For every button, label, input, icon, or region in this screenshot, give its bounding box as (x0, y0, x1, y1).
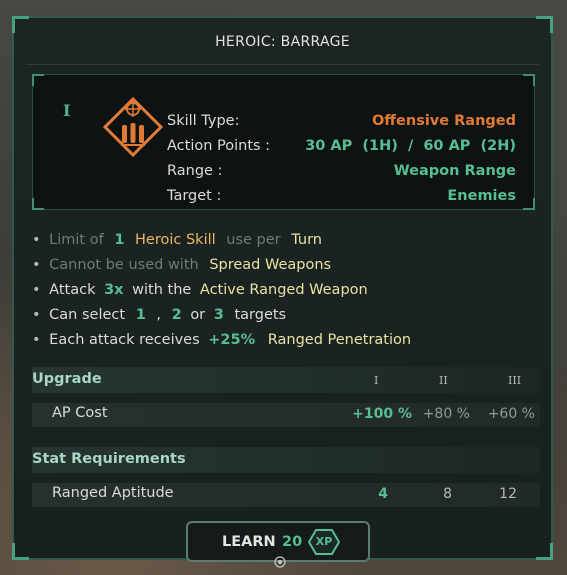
effect-line: • Cannot be used with Spread Weapons (32, 257, 542, 282)
ap-cost-level-1: +100 % (352, 406, 412, 422)
upgrade-level-2: II (439, 374, 448, 387)
effect-line: • Each attack receives +25% Ranged Penet… (32, 332, 542, 357)
action-points-value: 30 AP (1H) / 60 AP (2H) (305, 138, 516, 154)
skill-type-value: Offensive Ranged (371, 113, 516, 129)
effect-text: Each attack receives (49, 332, 200, 348)
effect-text: Attack (49, 282, 96, 298)
aptitude-req-level-3: 12 (499, 486, 517, 502)
learn-cost: 20 (282, 534, 303, 550)
effect-keyword: Spread Weapons (209, 257, 332, 273)
ap-cost-level-3: +60 % (487, 406, 535, 422)
ranged-aptitude-label: Ranged Aptitude (52, 485, 174, 501)
effect-keyword: Heroic Skill (135, 232, 216, 248)
frame-corner (12, 543, 29, 560)
effect-number: 3x (104, 282, 124, 298)
effect-text: Cannot be used with (49, 257, 199, 273)
skill-type-label: Skill Type: (167, 113, 240, 129)
ap-cost-level-2: +80 % (422, 406, 470, 422)
target-label: Target : (167, 188, 222, 204)
crosshair-icon (274, 556, 286, 568)
effect-line: • Limit of 1 Heroic Skill use per Turn (32, 232, 542, 257)
effect-text: with the (132, 282, 192, 298)
box-corner (32, 74, 44, 86)
effect-text: use per (226, 232, 281, 248)
box-corner (523, 74, 535, 86)
divider (26, 64, 539, 65)
skill-effects-list: • Limit of 1 Heroic Skill use per Turn •… (32, 232, 542, 357)
bullet-dot: • (32, 332, 41, 348)
upgrade-level-3: III (508, 374, 522, 387)
effect-text: targets (234, 307, 287, 323)
bullet-dot: • (32, 282, 41, 298)
ap-cost-label: AP Cost (52, 405, 108, 421)
bullet-dot: • (32, 307, 41, 323)
skill-tooltip-panel: HEROIC: BARRAGE I Skill Type: Offensive … (12, 16, 553, 560)
effect-keyword: Active Ranged Weapon (199, 282, 368, 298)
effect-line: • Can select 1 , 2 or 3 targets (32, 307, 542, 332)
xp-currency-label: XP (315, 535, 333, 548)
bullet-dot: • (32, 232, 41, 248)
effect-number: 2 (171, 307, 182, 323)
frame-corner (12, 16, 29, 33)
effect-line: • Attack 3x with the Active Ranged Weapo… (32, 282, 542, 307)
aptitude-req-level-2: 8 (443, 486, 452, 502)
ranged-barrage-icon (102, 96, 164, 158)
frame-corner (536, 16, 553, 33)
ap-cost-row: AP Cost +100 % +80 % +60 % (32, 403, 540, 427)
effect-number: 3 (213, 307, 224, 323)
action-points-label: Action Points : (167, 138, 271, 154)
effect-number: 1 (135, 307, 146, 323)
effect-keyword: Turn (291, 232, 322, 248)
aptitude-req-level-1: 4 (378, 486, 388, 502)
upgrade-level-1: I (374, 374, 379, 387)
box-corner (32, 198, 44, 210)
skill-title: HEROIC: BARRAGE (215, 34, 350, 50)
bullet-dot: • (32, 257, 41, 273)
effect-number: 1 (114, 232, 125, 248)
upgrade-header-bar (32, 367, 540, 393)
effect-text: Can select (49, 307, 126, 323)
effect-text: or (190, 307, 206, 323)
requirements-heading: Stat Requirements (32, 451, 186, 467)
box-corner (523, 198, 535, 210)
effect-text: Limit of (49, 232, 104, 248)
target-value: Enemies (447, 188, 516, 204)
skill-info-box: I Skill Type: Offensive Ranged Action Po… (32, 74, 535, 210)
ranged-aptitude-row: Ranged Aptitude 4 8 12 (32, 483, 540, 507)
effect-text: , (156, 307, 161, 323)
upgrade-heading: Upgrade (32, 371, 102, 387)
range-value: Weapon Range (393, 163, 516, 179)
range-label: Range : (167, 163, 223, 179)
effect-number: +25% (208, 332, 256, 348)
skill-tier: I (63, 101, 71, 120)
frame-corner (536, 543, 553, 560)
effect-keyword: Ranged Penetration (267, 332, 412, 348)
learn-label: LEARN (222, 534, 276, 550)
